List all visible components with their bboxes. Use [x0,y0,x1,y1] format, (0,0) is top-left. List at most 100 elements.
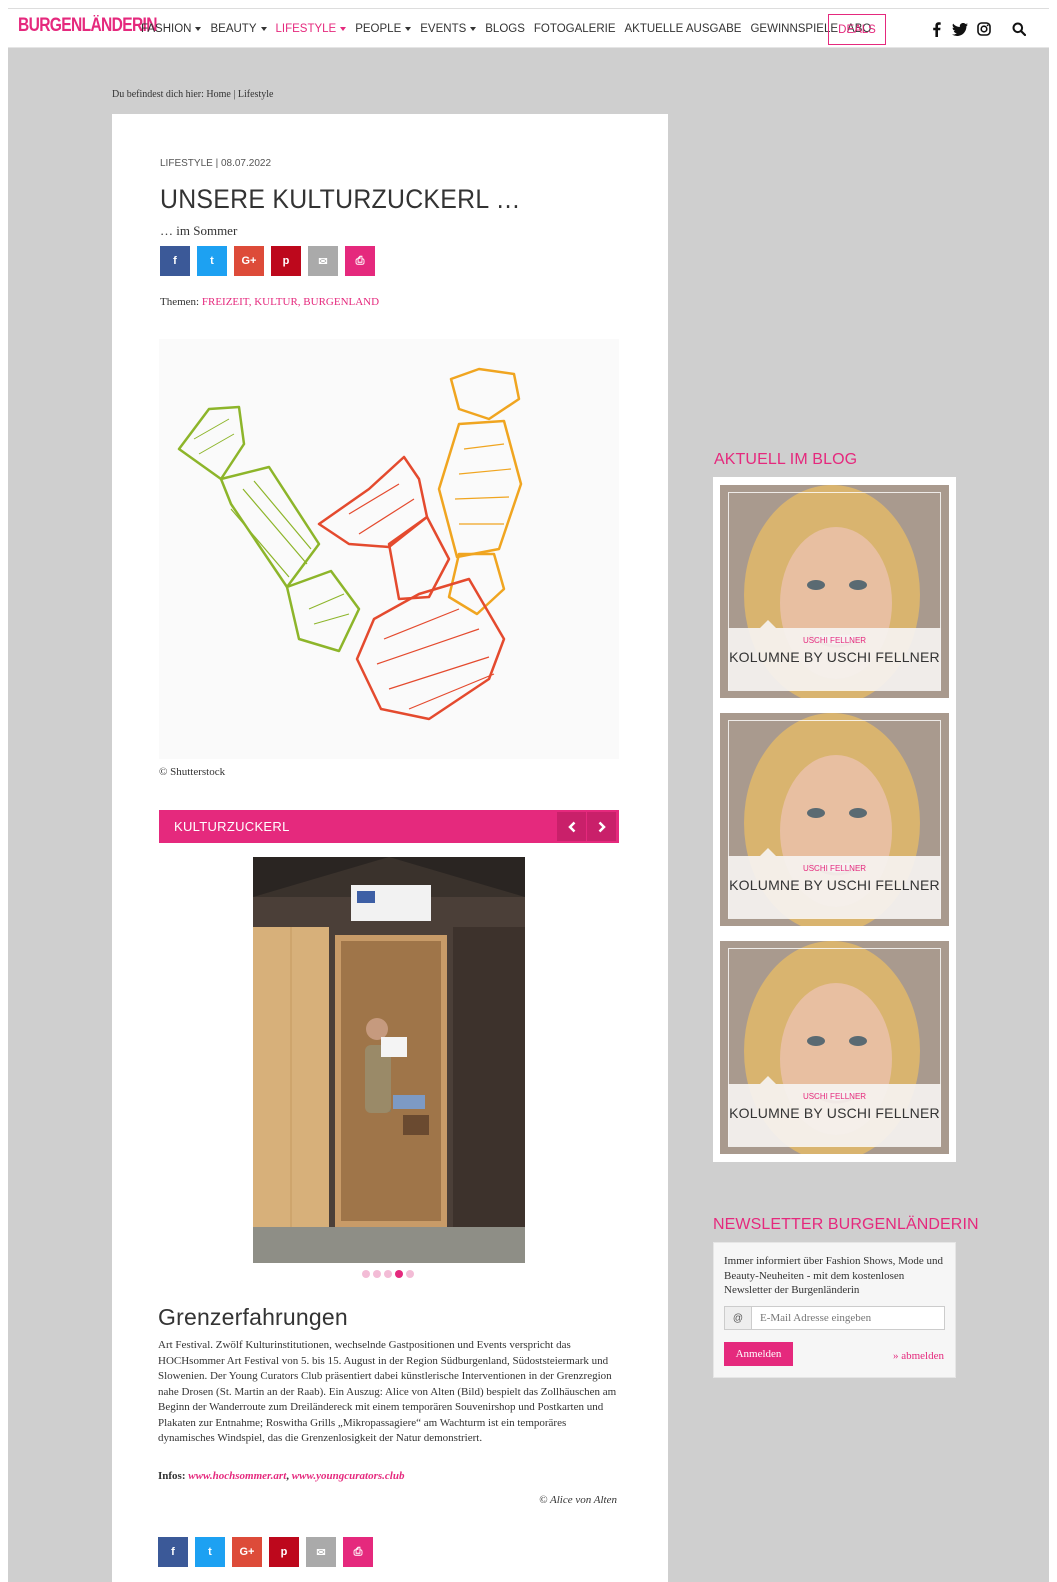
blog-card-caption: USCHI FELLNER KOLUMNE BY USCHI FELLNER [728,620,941,690]
share-pinterest-button[interactable]: p [271,246,301,276]
article-themes: Themen: FREIZEIT, KULTUR, BURGENLAND [160,296,379,308]
blog-card-author: USCHI FELLNER [802,636,867,645]
facebook-icon: f [173,255,177,267]
hero-image-candies [159,339,619,759]
hero-image-credit: © Shutterstock [159,766,226,778]
share-facebook-button[interactable]: f [158,1537,188,1567]
share-bar-top: f t G+ p ✉ ⎙ [160,246,375,276]
twitter-icon: t [208,1546,212,1558]
share-email-button[interactable]: ✉ [306,1537,336,1567]
newsletter-text: Immer informiert über Fashion Shows, Mod… [724,1255,944,1296]
share-google-plus-button[interactable]: G+ [232,1537,262,1567]
blog-heading: AKTUELL IM BLOG [714,451,858,468]
newsletter-box: Immer informiert über Fashion Shows, Mod… [713,1242,956,1378]
site-logo[interactable]: BURGENLÄNDERIN [18,15,157,37]
twitter-icon[interactable] [952,21,968,37]
gallery-pagination [362,1270,414,1278]
newsletter-email-input[interactable] [752,1307,944,1329]
breadcrumb-separator: | [233,89,236,100]
blog-card-title: KOLUMNE BY USCHI FELLNER [729,1105,940,1121]
chevron-right-icon [598,821,606,832]
customs-hut-photo [253,857,525,1263]
gallery-title: KULTURZUCKERL [174,819,290,834]
article-infos: Infos: www.hochsommer.art, www.youngcura… [158,1470,404,1482]
photo-credit: © Alice von Alten [539,1494,617,1506]
blog-card-caption: USCHI FELLNER KOLUMNE BY USCHI FELLNER [728,1076,941,1146]
caret-down-icon [260,27,267,31]
caret-down-icon [340,27,347,31]
gallery-dot[interactable] [406,1270,414,1278]
blog-card-caption: USCHI FELLNER KOLUMNE BY USCHI FELLNER [728,848,941,918]
nav-label: FASHION [141,23,192,35]
gallery-dot-active[interactable] [395,1270,403,1278]
nav-item-fotogalerie[interactable]: FOTOGALERIE [534,23,616,35]
article-card: LIFESTYLE | 08.07.2022 UNSERE KULTURZUCK… [112,114,668,1582]
blog-card-title: KOLUMNE BY USCHI FELLNER [729,649,940,665]
gallery-dot[interactable] [362,1270,370,1278]
gallery-dot[interactable] [384,1270,392,1278]
social-links [928,21,992,37]
article-body: Art Festival. Zwölf Kulturinstitutionen,… [158,1339,617,1444]
gallery-dot[interactable] [373,1270,381,1278]
caret-down-icon [195,27,202,31]
nav-item-people[interactable]: PEOPLE [355,23,412,35]
nav-item-gewinnspiele[interactable]: GEWINNSPIELE [750,23,838,35]
newsletter-unsubscribe-link[interactable]: » abmelden [893,1350,944,1362]
pinterest-icon: p [282,255,290,267]
blog-card-title: KOLUMNE BY USCHI FELLNER [729,877,940,893]
blog-card[interactable]: USCHI FELLNER KOLUMNE BY USCHI FELLNER [720,485,949,698]
caret-down-icon [470,27,477,31]
deals-button[interactable]: DEALS [828,14,886,45]
breadcrumb-current[interactable]: Lifestyle [238,89,274,100]
nav-item-beauty[interactable]: BEAUTY [210,23,267,35]
share-twitter-button[interactable]: t [197,246,227,276]
instagram-icon[interactable] [976,21,992,37]
envelope-icon: ✉ [318,255,328,268]
nav-label: EVENTS [420,23,467,35]
at-icon: @ [725,1307,752,1329]
newsletter-input-group: @ [724,1306,945,1330]
caret-down-icon [405,27,412,31]
chevron-left-icon [567,821,575,832]
share-print-button[interactable]: ⎙ [343,1537,373,1567]
blog-card[interactable]: USCHI FELLNER KOLUMNE BY USCHI FELLNER [720,713,949,926]
breadcrumb: Du befindest dich hier: Home | Lifestyle [112,89,273,100]
blog-card-author: USCHI FELLNER [802,1092,867,1101]
breadcrumb-prefix: Du befindest dich hier: [112,89,204,100]
share-google-plus-button[interactable]: G+ [234,246,264,276]
nav-item-lifestyle[interactable]: LIFESTYLE [276,23,347,35]
newsletter-heading: NEWSLETTER BURGENLÄNDERIN [713,1216,979,1233]
gallery-header: KULTURZUCKERL [159,810,619,843]
google-plus-icon: G+ [239,1546,255,1558]
share-bar-bottom: f t G+ p ✉ ⎙ [158,1537,373,1567]
gallery-prev-button[interactable] [557,812,586,841]
nav-item-events[interactable]: EVENTS [420,23,477,35]
blog-card-author: USCHI FELLNER [802,864,867,873]
search-icon[interactable] [1012,22,1028,38]
nav-item-aktuelle-ausgabe[interactable]: AKTUELLE AUSGABE [625,23,742,35]
share-email-button[interactable]: ✉ [308,246,338,276]
pinterest-icon: p [280,1546,288,1558]
infos-link-youngcurators[interactable]: www.youngcurators.club [292,1470,405,1482]
gallery-photo-customs-hut[interactable] [253,857,525,1263]
infos-link-hochsommer[interactable]: www.hochsommer.art [188,1470,286,1482]
twitter-icon: t [210,255,214,267]
breadcrumb-home-link[interactable]: Home [206,89,230,100]
share-pinterest-button[interactable]: p [269,1537,299,1567]
facebook-icon: f [171,1546,175,1558]
share-facebook-button[interactable]: f [160,246,190,276]
share-print-button[interactable]: ⎙ [345,246,375,276]
newsletter-subscribe-button[interactable]: Anmelden [724,1342,793,1366]
candy-illustration [177,367,523,721]
nav-label: BEAUTY [210,23,257,35]
envelope-icon: ✉ [316,1546,326,1559]
article-title: UNSERE KULTURZUCKERL … [160,184,521,214]
themes-links[interactable]: FREIZEIT, KULTUR, BURGENLAND [202,296,379,308]
share-twitter-button[interactable]: t [195,1537,225,1567]
blog-card[interactable]: USCHI FELLNER KOLUMNE BY USCHI FELLNER [720,941,949,1154]
print-icon: ⎙ [353,1545,363,1558]
nav-item-fashion[interactable]: FASHION [141,23,202,35]
gallery-next-button[interactable] [587,812,616,841]
facebook-icon[interactable] [928,21,944,37]
nav-item-blogs[interactable]: BLOGS [485,23,525,35]
